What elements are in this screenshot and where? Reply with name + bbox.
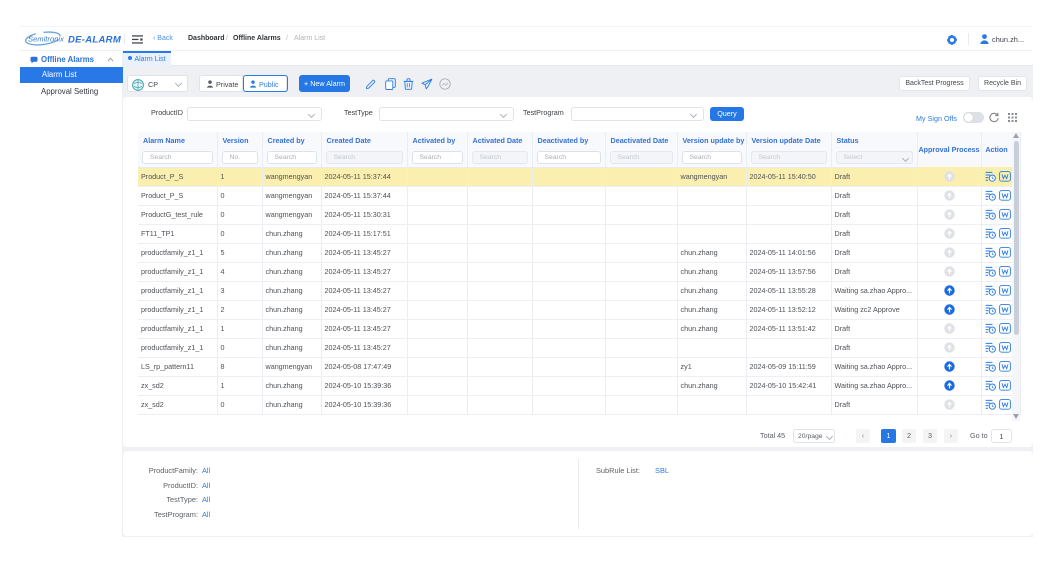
svg-text:DE-ALARM: DE-ALARM xyxy=(68,35,122,46)
svg-text:Semitronix: Semitronix xyxy=(28,35,65,44)
